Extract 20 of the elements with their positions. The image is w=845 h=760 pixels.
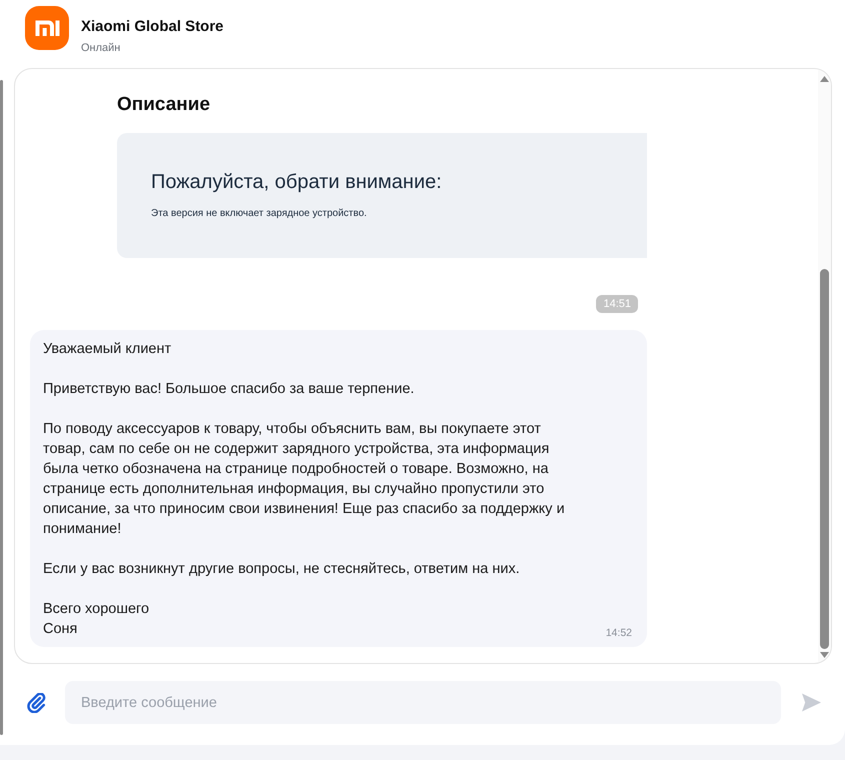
notice-title: Пожалуйста, обрати внимание: [151,170,442,194]
notice-text: Эта версия не включает зарядное устройство. [151,207,367,221]
message-paragraph: По поводу аксессуаров к товару, чтобы объяснить вам, вы покупаете этот товар, сам по себе он не содержит зарядного устройства, эта информация была четко обозначена на странице подробностей о товаре. Возможно, на странице есть дополнительная информация, вы случайно пропустили это описание, за что приносим свои извинения! Еще раз спасибо за поддержку и понимание! [43,420,566,539]
status-text: Онлайн [81,41,120,56]
message-time: 14:52 [606,626,632,640]
message-paragraph: Если у вас возникнут другие вопросы, не стесняйтесь, ответим на них. [43,560,520,579]
send-icon [802,693,821,712]
scroll-up-icon[interactable] [820,76,829,82]
scroll-down-icon[interactable] [820,652,829,658]
message-paragraph: Всего хорошего Соня [43,600,150,639]
message-paragraph: Уважаемый клиент [43,340,172,359]
logo-icon [25,6,69,50]
store-name: Xiaomi Global Store [81,17,224,37]
paperclip-icon [27,692,47,712]
time-badge: 14:51 [596,295,638,313]
description-heading: Описание [117,93,210,117]
message-input[interactable]: Введите сообщение [65,681,781,724]
scrollbar-thumb[interactable] [0,80,3,735]
message-paragraph: Приветствую вас! Большое спасибо за ваше терпение. [43,380,414,399]
scrollbar-thumb[interactable] [820,269,829,649]
